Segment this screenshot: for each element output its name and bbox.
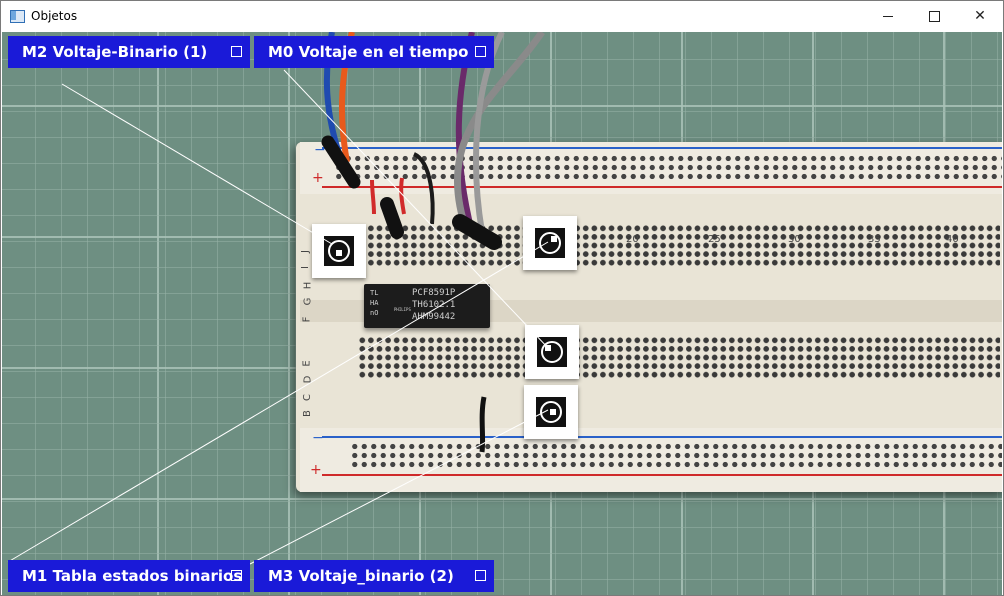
red-jumper [399, 177, 406, 215]
chip-line: TH6102.1 [412, 300, 456, 310]
label-m1-text: M1 Tabla estados binarios [22, 567, 243, 585]
app-icon [9, 8, 25, 24]
maximize-button[interactable] [911, 1, 957, 31]
label-m0[interactable]: M0 Voltaje en el tiempo [254, 36, 494, 68]
label-m3-checkbox[interactable] [475, 570, 486, 581]
red-jumper [370, 179, 376, 215]
chip-brand: PHILIPS [394, 307, 411, 312]
black-connector [452, 214, 502, 250]
label-m1-checkbox[interactable] [231, 570, 242, 581]
chip-line: AHM99442 [412, 312, 456, 322]
black-jumper [479, 396, 487, 453]
aruco-marker [525, 325, 579, 379]
black-connector [380, 197, 404, 239]
label-m3[interactable]: M3 Voltaje_binario (2) [254, 560, 494, 592]
chip-mark: nO [370, 309, 379, 317]
pcf8591-chip: TL HA nO PHILIPS PCF8591P TH6102.1 AHM99… [364, 284, 490, 328]
aruco-marker [312, 224, 366, 278]
minimize-button[interactable] [865, 1, 911, 31]
label-m0-text: M0 Voltaje en el tiempo [268, 43, 469, 61]
black-connector [321, 135, 361, 189]
aruco-marker [523, 216, 577, 270]
black-jumper [412, 152, 435, 225]
close-icon: ✕ [974, 8, 986, 24]
label-m3-text: M3 Voltaje_binario (2) [268, 567, 454, 585]
label-m1[interactable]: M1 Tabla estados binarios [8, 560, 250, 592]
maximize-icon [928, 10, 940, 22]
camera-view: − + 15 20 25 30 35 40 1 5 10 20 25 30 35… [2, 32, 1002, 595]
label-m0-checkbox[interactable] [475, 46, 486, 57]
window-controls: ✕ [865, 1, 1003, 31]
label-m2-text: M2 Voltaje-Binario (1) [22, 43, 208, 61]
label-m2[interactable]: M2 Voltaje-Binario (1) [8, 36, 250, 68]
minimize-icon [883, 15, 893, 17]
wires [321, 32, 545, 453]
window-title: Objetos [31, 9, 78, 23]
chip-line: PCF8591P [412, 288, 456, 298]
title-bar: Objetos ✕ [1, 1, 1003, 31]
close-button[interactable]: ✕ [957, 1, 1003, 31]
label-m2-checkbox[interactable] [231, 46, 242, 57]
aruco-marker [524, 385, 578, 439]
window: Objetos ✕ − + 15 20 25 30 3 [0, 0, 1004, 596]
